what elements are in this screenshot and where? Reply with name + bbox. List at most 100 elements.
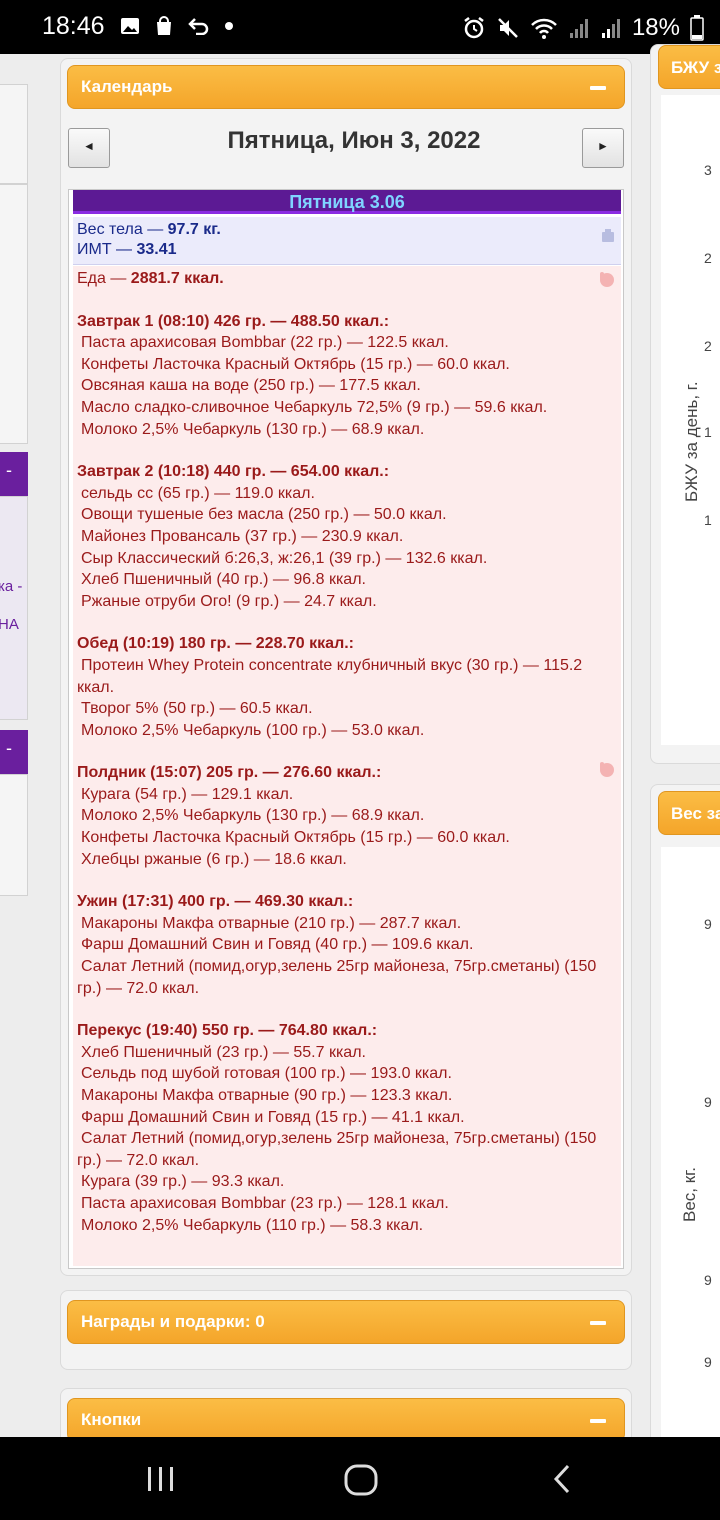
meal-item[interactable]: Хлебцы ржаные (6 гр.) — 18.6 ккал. (77, 849, 621, 871)
bju-tick: 3 (704, 162, 712, 178)
gallery-icon (121, 18, 139, 34)
calendar-date-title: Пятница, Июн 3, 2022 (227, 127, 481, 154)
food-label: Еда — (77, 270, 131, 287)
left-column: - ка - НА - (0, 54, 28, 1437)
system-nav-bar (0, 1437, 720, 1520)
meal-item[interactable]: Конфеты Ласточка Красный Октябрь (15 гр.… (77, 827, 621, 849)
hand-pointer-icon[interactable] (597, 270, 615, 288)
weight-box: Вес тела — 97.7 кг. ИМТ — 33.41 (73, 217, 621, 265)
meal-item[interactable]: Молоко 2,5% Чебаркуль (110 гр.) — 58.3 к… (77, 1215, 621, 1237)
next-arrow-icon: ► (597, 139, 609, 153)
bju-tick: 1 (704, 512, 712, 528)
food-total-row: Еда — 2881.7 ккал. (77, 268, 621, 290)
bmi-value: 33.41 (136, 241, 177, 258)
body-weight-label: Вес тела — (77, 221, 168, 238)
meal-item[interactable]: Масло сладко-сливочное Чебаркуль 72,5% (… (77, 397, 621, 419)
meal-item[interactable]: Паста арахисовая Bombbar (23 гр.) — 128.… (77, 1193, 621, 1215)
meal-item[interactable]: Творог 5% (50 гр.) — 60.5 ккал. (77, 698, 621, 720)
weight-axis-label: Вес, кг. (680, 1166, 699, 1222)
left-panel-2 (0, 184, 28, 444)
body-weight-value: 97.7 кг. (167, 221, 221, 238)
collapse-minus-icon[interactable] (590, 1419, 606, 1423)
left-panel-1 (0, 84, 28, 184)
meal-item[interactable]: Салат Летний (помид,огур,зелень 25гр май… (77, 1128, 621, 1171)
left-purple-bar-1[interactable]: - (0, 452, 28, 496)
rewards-header[interactable]: Награды и подарки: 0 (67, 1300, 625, 1344)
meal-block: Обед (10:19) 180 гр. — 228.70 ккал.: Прот… (77, 633, 621, 741)
left-panel-4 (0, 774, 28, 896)
day-header[interactable]: Пятница 3.06 (73, 190, 621, 214)
meal-item[interactable]: Овощи тушеные без масла (250 гр.) — 50.0… (77, 504, 621, 526)
collapse-minus-icon[interactable] (590, 1321, 606, 1325)
meal-item[interactable]: Сельдь под шубой готовая (100 гр.) — 193… (77, 1063, 621, 1085)
meal-item[interactable]: Молоко 2,5% Чебаркуль (130 гр.) — 68.9 к… (77, 805, 621, 827)
meal-block: Ужин (17:31) 400 гр. — 469.30 ккал.: Мака… (77, 891, 621, 999)
calendar-header[interactable]: Календарь (67, 65, 625, 109)
meal-item[interactable]: Конфеты Ласточка Красный Октябрь (15 гр.… (77, 354, 621, 376)
recent-apps-icon[interactable] (146, 1465, 176, 1493)
meal-title[interactable]: Ужин (17:31) 400 гр. — 469.30 ккал.: (77, 891, 621, 913)
meal-block: Перекус (19:40) 550 гр. — 764.80 ккал.: Х… (77, 1020, 621, 1236)
meal-item[interactable]: Макароны Макфа отварные (210 гр.) — 287.… (77, 913, 621, 935)
prev-day-button[interactable]: ◄ (68, 128, 110, 168)
meal-title[interactable]: Обед (10:19) 180 гр. — 228.70 ккал.: (77, 633, 621, 655)
left-panel-3 (0, 496, 28, 720)
meal-item[interactable]: Молоко 2,5% Чебаркуль (130 гр.) — 68.9 к… (77, 419, 621, 441)
weight-tick: 9 (704, 1094, 712, 1110)
meal-item[interactable]: Овсяная каша на воде (250 гр.) — 177.5 к… (77, 375, 621, 397)
meal-item[interactable]: Протеин Whey Protein concentrate клубнич… (77, 655, 621, 698)
mute-icon (498, 18, 518, 38)
center-column: Календарь ◄ Пятница, Июн 3, 2022 ► Пятни… (52, 54, 640, 1468)
hand-pointer-icon[interactable] (597, 760, 615, 778)
meal-block: Завтрак 2 (10:18) 440 гр. — 654.00 ккал.… (77, 461, 621, 612)
back-icon[interactable] (552, 1463, 572, 1495)
meal-item[interactable]: Хлеб Пшеничный (23 гр.) — 55.7 ккал. (77, 1042, 621, 1064)
status-time: 18:46 (42, 12, 105, 40)
bju-tick: 2 (704, 250, 712, 266)
meal-item[interactable]: Курага (54 гр.) — 129.1 ккал. (77, 784, 621, 806)
meal-item[interactable]: Майонез Провансаль (37 гр.) — 230.9 ккал… (77, 526, 621, 548)
meal-item[interactable]: Фарш Домашний Свин и Говяд (40 гр.) — 10… (77, 934, 621, 956)
food-total-value: 2881.7 ккал. (130, 270, 224, 287)
bmi-row: ИМТ — 33.41 (77, 240, 621, 260)
left-purple-bar-2[interactable]: - (0, 730, 28, 774)
meal-item[interactable]: Хлеб Пшеничный (40 гр.) — 96.8 ккал. (77, 569, 621, 591)
battery-percent: 18% (631, 14, 680, 41)
meal-title[interactable]: Завтрак 1 (08:10) 426 гр. — 488.50 ккал.… (77, 311, 621, 333)
food-box: Еда — 2881.7 ккал. Завтрак 1 (08:10) 426… (73, 266, 621, 1266)
meal-block: Полдник (15:07) 205 гр. — 276.60 ккал.: К… (77, 762, 621, 870)
meal-title[interactable]: Перекус (19:40) 550 гр. — 764.80 ккал.: (77, 1020, 621, 1042)
scale-icon[interactable] (601, 229, 615, 243)
rewards-panel: Награды и подарки: 0 (60, 1290, 632, 1370)
return-arrow-icon (188, 18, 209, 35)
meal-block: Завтрак 1 (08:10) 426 гр. — 488.50 ккал.… (77, 311, 621, 441)
bju-chart-header[interactable]: БЖУ з (658, 45, 720, 89)
meal-item[interactable]: Молоко 2,5% Чебаркуль (100 гр.) — 53.0 к… (77, 720, 621, 742)
calendar-panel: Календарь ◄ Пятница, Июн 3, 2022 ► Пятни… (60, 58, 632, 1276)
next-day-button[interactable]: ► (582, 128, 624, 168)
meal-item[interactable]: сельдь сс (65 гр.) — 119.0 ккал. (77, 483, 621, 505)
weight-chart-header[interactable]: Вес за (658, 791, 720, 835)
home-icon[interactable] (344, 1464, 378, 1496)
status-bar: 18:46 18% (0, 0, 720, 54)
buttons-header[interactable]: Кнопки (67, 1398, 625, 1442)
meal-item[interactable]: Макароны Макфа отварные (90 гр.) — 123.3… (77, 1085, 621, 1107)
meal-title[interactable]: Полдник (15:07) 205 гр. — 276.60 ккал.: (77, 762, 621, 784)
weight-tick: 9 (704, 1272, 712, 1288)
meal-item[interactable]: Ржаные отруби Ого! (9 гр.) — 24.7 ккал. (77, 591, 621, 613)
signal-2-icon (601, 19, 620, 38)
meal-item[interactable]: Паста арахисовая Bombbar (22 гр.) — 122.… (77, 332, 621, 354)
alarm-icon (464, 17, 484, 39)
weight-tick: 9 (704, 1354, 712, 1370)
shopping-bag-icon (157, 16, 171, 35)
battery-icon (690, 15, 704, 41)
collapse-minus-icon[interactable] (590, 86, 606, 90)
meal-title[interactable]: Завтрак 2 (10:18) 440 гр. — 654.00 ккал.… (77, 461, 621, 483)
meal-item[interactable]: Фарш Домашний Свин и Говяд (15 гр.) — 41… (77, 1107, 621, 1129)
meal-item[interactable]: Курага (39 гр.) — 93.3 ккал. (77, 1171, 621, 1193)
weight-tick: 9 (704, 916, 712, 932)
rewards-title: Награды и подарки: 0 (81, 1312, 265, 1331)
calendar-title: Календарь (81, 77, 173, 96)
meal-item[interactable]: Сыр Классический б:26,3, ж:26,1 (39 гр.)… (77, 548, 621, 570)
meal-item[interactable]: Салат Летний (помид,огур,зелень 25гр май… (77, 956, 621, 999)
